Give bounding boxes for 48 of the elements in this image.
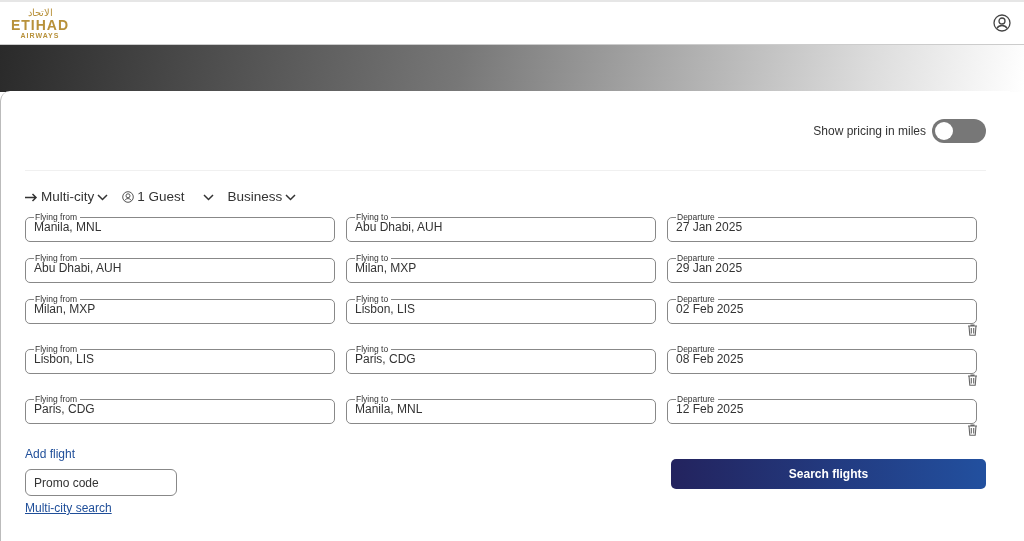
field-label: Flying to xyxy=(355,295,389,304)
guests-dropdown[interactable]: 1 Guest xyxy=(122,187,214,208)
field-label: Departure xyxy=(677,254,716,263)
user-icon xyxy=(122,191,135,204)
trash-icon[interactable] xyxy=(967,374,978,388)
trip-type-dropdown[interactable]: Multi-city xyxy=(25,187,109,208)
arrow-icon xyxy=(25,192,38,202)
origin-field[interactable]: Flying from Paris, CDG xyxy=(25,395,335,425)
promo-code-field[interactable]: Promo code xyxy=(25,469,177,497)
date-field[interactable]: Departure 29 Jan 2025 xyxy=(667,254,977,284)
field-label: Flying from xyxy=(35,254,78,263)
destination-field[interactable]: Flying to Manila, MNL xyxy=(346,395,656,425)
origin-field[interactable]: Flying from Manila, MNL xyxy=(25,213,335,243)
field-label: Flying from xyxy=(34,213,78,222)
field-label: Flying to xyxy=(355,395,389,404)
date-field[interactable]: Departure 12 Feb 2025 xyxy=(667,395,977,425)
date-field[interactable]: Departure 27 Jan 2025 xyxy=(667,213,977,243)
trash-icon[interactable] xyxy=(967,424,978,438)
destination-field[interactable]: Flying to Paris, CDG xyxy=(346,345,656,375)
field-label: Departure xyxy=(677,213,716,222)
destination-field[interactable]: Flying to Milan, MXP xyxy=(346,254,656,284)
destination-field[interactable]: Flying to Abu Dhabi, AUH xyxy=(346,213,656,243)
date-field[interactable]: Departure 02 Feb 2025 xyxy=(667,295,977,325)
multi-city-search-link[interactable]: Multi-city search xyxy=(25,499,112,518)
origin-field[interactable]: Flying from Lisbon, LIS xyxy=(25,345,335,375)
cabin-dropdown[interactable]: Business xyxy=(227,187,297,208)
toggle-label: Show pricing in miles xyxy=(813,122,926,140)
chevron-icon xyxy=(97,193,109,201)
field-label: Flying to xyxy=(356,213,389,222)
chevron-icon xyxy=(202,193,214,201)
destination-field[interactable]: Flying to Lisbon, LIS xyxy=(346,295,656,325)
field-label: Flying to xyxy=(355,254,390,263)
origin-field[interactable]: Flying from Abu Dhabi, AUH xyxy=(25,254,335,284)
field-label: Flying from xyxy=(34,345,78,354)
add-flight-link[interactable]: Add flight xyxy=(25,445,76,464)
miles-toggle[interactable] xyxy=(932,118,986,143)
search-flights-button[interactable]: Search flights xyxy=(671,459,986,490)
field-label: Flying from xyxy=(34,395,78,404)
field-label: Flying from xyxy=(34,295,78,304)
date-field[interactable]: Departure 08 Feb 2025 xyxy=(667,345,977,375)
field-label: Departure xyxy=(677,295,716,304)
origin-field[interactable]: Flying from Milan, MXP xyxy=(25,295,335,325)
field-label: Departure xyxy=(677,345,716,354)
trash-icon[interactable] xyxy=(967,324,978,338)
field-label: Departure xyxy=(676,395,716,404)
field-label: Flying to xyxy=(355,345,389,354)
chevron-icon xyxy=(285,193,297,201)
profile-icon[interactable] xyxy=(993,14,1011,32)
